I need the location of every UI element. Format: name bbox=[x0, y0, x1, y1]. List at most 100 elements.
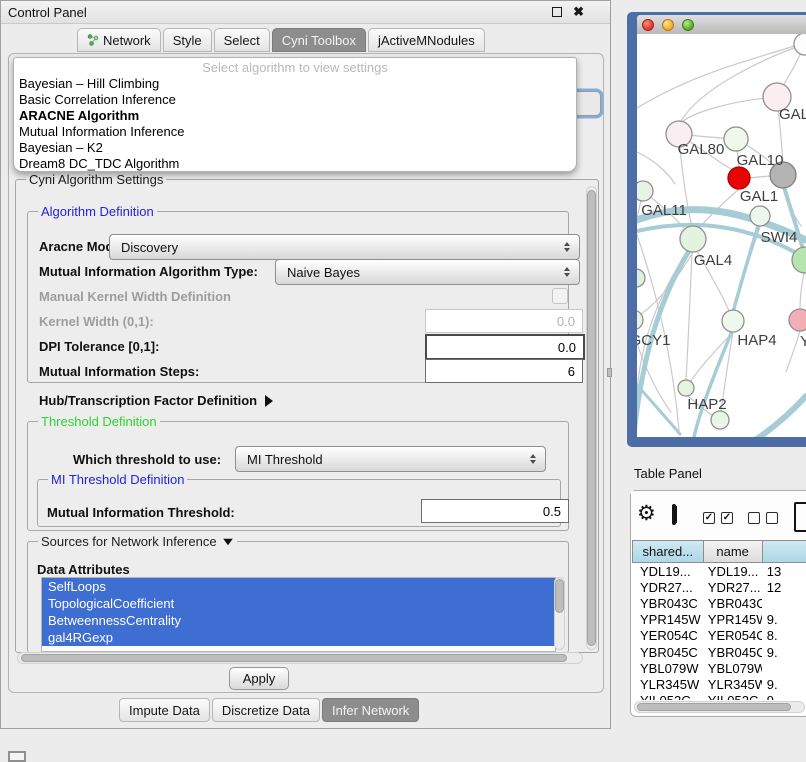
network-node-gal10[interactable] bbox=[724, 127, 748, 151]
mi-steps-field[interactable]: 6 bbox=[425, 359, 583, 383]
sources-group-title[interactable]: Sources for Network Inference bbox=[38, 534, 237, 549]
tab-label: Select bbox=[224, 33, 260, 48]
network-canvas[interactable]: GALGAL80GAL10GAL1GAL11SWI4GAL4GCY1HAP4YH… bbox=[637, 34, 806, 437]
network-node-y[interactable] bbox=[789, 309, 806, 331]
column-header-shared[interactable]: shared... bbox=[632, 540, 703, 563]
network-node-label: GAL11 bbox=[641, 202, 687, 219]
aracne-mode-combo[interactable]: Discovery bbox=[109, 234, 580, 260]
table-row[interactable]: YBR043CYBR043C bbox=[632, 595, 806, 611]
table-horizontal-scrollbar-thumb[interactable] bbox=[637, 703, 791, 711]
table-row[interactable]: YPR145WYPR145W9. bbox=[632, 612, 806, 628]
checked-box-icon[interactable]: ✓ bbox=[721, 512, 733, 524]
collapse-down-arrow-icon bbox=[223, 538, 233, 544]
table-row[interactable]: YER054CYER054C8. bbox=[632, 628, 806, 644]
algorithm-option-dream8-dc-tdc-algorithm[interactable]: Dream8 DC_TDC Algorithm bbox=[14, 156, 576, 172]
table-header-row: shared...name bbox=[632, 540, 806, 563]
tab-style[interactable]: Style bbox=[163, 28, 212, 52]
tab-network[interactable]: Network bbox=[77, 28, 161, 52]
network-node-label: GAL80 bbox=[678, 141, 725, 158]
combo-stepper-icon bbox=[564, 242, 570, 252]
mi-threshold-field[interactable]: 0.5 bbox=[421, 499, 569, 523]
algorithm-option-mutual-information-inference[interactable]: Mutual Information Inference bbox=[14, 124, 576, 140]
tab-impute-data[interactable]: Impute Data bbox=[119, 698, 210, 722]
close-panel-icon[interactable]: ✖ bbox=[573, 7, 584, 17]
which-threshold-combo[interactable]: MI Threshold bbox=[235, 446, 546, 472]
table-row[interactable]: YBR045CYBR045C9. bbox=[632, 644, 806, 660]
document-icon[interactable] bbox=[794, 502, 806, 532]
hub-definition-expander[interactable]: Hub/Transcription Factor Definition bbox=[39, 393, 273, 408]
table-row[interactable]: YLR345WYLR345W9. bbox=[632, 676, 806, 692]
table-row[interactable]: YBL079WYBL079W bbox=[632, 660, 806, 676]
minimize-light[interactable] bbox=[662, 19, 674, 31]
columns-icon[interactable] bbox=[672, 504, 676, 525]
network-window-titlebar[interactable] bbox=[637, 15, 806, 34]
data-attribute-option-betweennesscentrality[interactable]: BetweennessCentrality bbox=[42, 612, 555, 629]
table-cell: YER054C bbox=[632, 628, 703, 643]
network-graph[interactable]: GALGAL80GAL10GAL1GAL11SWI4GAL4GCY1HAP4YH… bbox=[637, 34, 806, 437]
network-edge[interactable] bbox=[800, 273, 804, 309]
data-attributes-list[interactable]: SelfLoopsTopologicalCoefficientBetweenne… bbox=[41, 577, 556, 652]
tab-infer-network[interactable]: Infer Network bbox=[322, 698, 419, 722]
minimized-panel-icon[interactable] bbox=[8, 751, 26, 762]
table-cell: 8. bbox=[762, 628, 806, 643]
table-row[interactable]: YDR27...YDR27...12 bbox=[632, 579, 806, 595]
algorithm-definition-title: Algorithm Definition bbox=[38, 204, 157, 219]
attributes-list-scrollbar-thumb[interactable] bbox=[555, 579, 564, 613]
network-node-gal1[interactable] bbox=[728, 167, 750, 189]
gear-icon[interactable]: ⚙ bbox=[637, 503, 656, 525]
tab-select[interactable]: Select bbox=[214, 28, 270, 52]
float-panel-icon[interactable] bbox=[552, 7, 562, 17]
column-header-name[interactable]: name bbox=[703, 540, 762, 563]
network-edge[interactable] bbox=[733, 226, 758, 312]
kernel-width-field[interactable]: 0.0 bbox=[425, 309, 583, 333]
settings-vertical-scrollbar-thumb[interactable] bbox=[587, 190, 596, 646]
column-header-2[interactable] bbox=[762, 540, 806, 563]
mi-algorithm-type-combo[interactable]: Naive Bayes bbox=[275, 259, 580, 285]
network-view-window[interactable]: GALGAL80GAL10GAL1GAL11SWI4GAL4GCY1HAP4YH… bbox=[627, 12, 806, 447]
network-edge[interactable] bbox=[681, 97, 777, 123]
algorithm-option-basic-correlation-inference[interactable]: Basic Correlation Inference bbox=[14, 92, 576, 108]
network-edge[interactable] bbox=[748, 176, 770, 178]
table-cell: YLR345W bbox=[703, 677, 762, 692]
table-cell: YDR27... bbox=[703, 580, 762, 595]
tab-label: Infer Network bbox=[332, 703, 409, 718]
settings-horizontal-scrollbar-thumb[interactable] bbox=[21, 654, 567, 662]
network-edge[interactable] bbox=[786, 331, 800, 372]
table-cell: YER054C bbox=[703, 628, 762, 643]
close-light[interactable] bbox=[642, 19, 654, 31]
network-node[interactable] bbox=[794, 34, 806, 55]
unchecked-box-icon[interactable] bbox=[748, 512, 760, 524]
network-node-swi4[interactable] bbox=[750, 206, 770, 226]
dpi-tolerance-field[interactable]: 0.0 bbox=[425, 334, 585, 360]
data-attribute-option-topologicalcoefficient[interactable]: TopologicalCoefficient bbox=[42, 595, 555, 612]
network-edge[interactable] bbox=[744, 396, 806, 437]
algorithm-option-bayesian-k2[interactable]: Bayesian – K2 bbox=[14, 140, 576, 156]
table-cell: YIL052C bbox=[703, 693, 762, 700]
splitter-handle[interactable] bbox=[607, 368, 612, 377]
zoom-light[interactable] bbox=[682, 19, 694, 31]
network-node[interactable] bbox=[711, 411, 729, 429]
network-node-hap2[interactable] bbox=[678, 380, 694, 396]
table-cell: YLR345W bbox=[632, 677, 703, 692]
manual-kernel-width-checkbox[interactable] bbox=[552, 288, 568, 304]
network-node-gal4[interactable] bbox=[680, 226, 706, 252]
data-attribute-option-selfloops[interactable]: SelfLoops bbox=[42, 578, 555, 595]
network-edge[interactable] bbox=[686, 252, 692, 379]
tab-jactivemnodules[interactable]: jActiveMNodules bbox=[368, 28, 485, 52]
algorithm-option-aracne-algorithm[interactable]: ARACNE Algorithm bbox=[14, 108, 576, 124]
table-cell: 13 bbox=[762, 564, 806, 579]
algorithm-option-bayesian-hill-climbing[interactable]: Bayesian – Hill Climbing bbox=[14, 76, 576, 92]
table-panel-window: ⚙ ✓ ✓ shared...name YDL19...YDL19...13YD… bbox=[630, 490, 806, 717]
network-node-gal11[interactable] bbox=[637, 181, 653, 201]
apply-button[interactable]: Apply bbox=[229, 667, 289, 690]
data-attribute-option-gal4rgexp[interactable]: gal4RGexp bbox=[42, 629, 555, 646]
network-node[interactable] bbox=[637, 269, 645, 287]
tab-cyni-toolbox[interactable]: Cyni Toolbox bbox=[272, 28, 366, 52]
checked-box-icon[interactable]: ✓ bbox=[703, 512, 715, 524]
network-node-hap4[interactable] bbox=[722, 310, 744, 332]
table-row[interactable]: YIL052CYIL052C9 bbox=[632, 693, 806, 701]
table-row[interactable]: YDL19...YDL19...13 bbox=[632, 563, 806, 579]
tab-discretize-data[interactable]: Discretize Data bbox=[212, 698, 320, 722]
network-edge[interactable] bbox=[637, 152, 675, 184]
unchecked-box-icon[interactable] bbox=[766, 512, 778, 524]
